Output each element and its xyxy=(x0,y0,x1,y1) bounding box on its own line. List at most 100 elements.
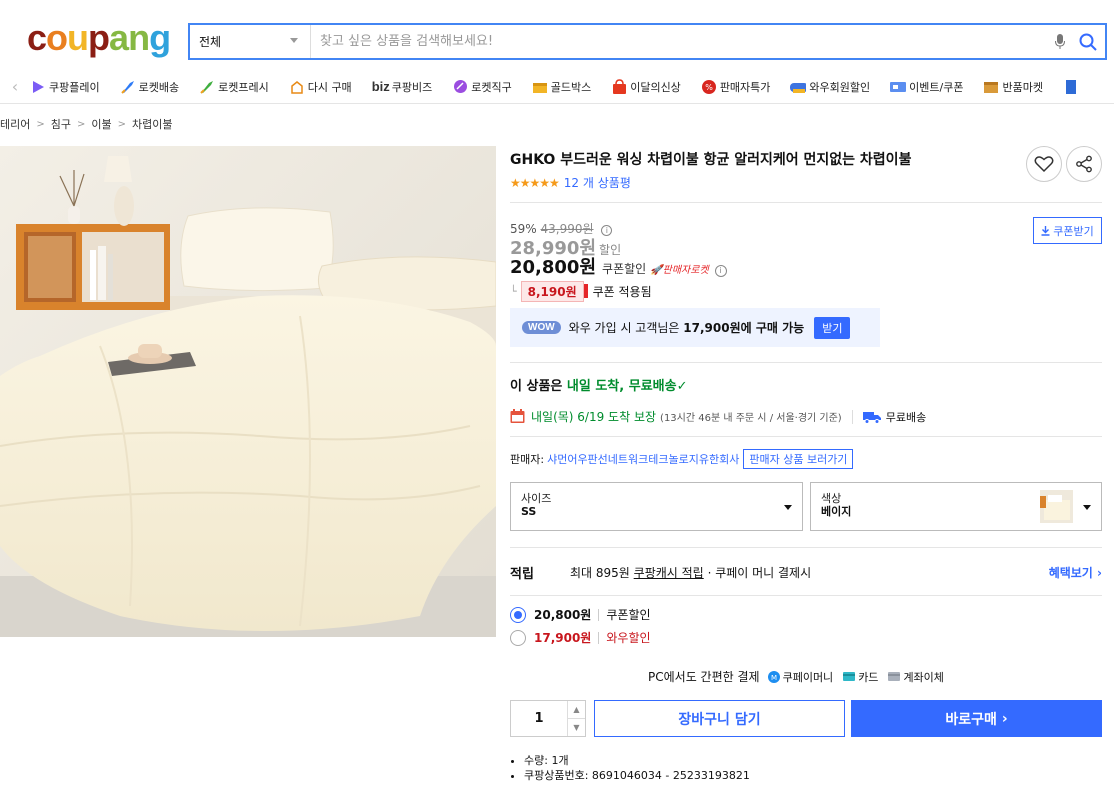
rocket-fresh-icon xyxy=(199,79,215,95)
seller-deal-icon: % xyxy=(701,79,717,95)
wow-membership-banner: WOW 와우 가입 시 고객님은 17,900원에 구매 가능 받기 xyxy=(510,308,880,347)
color-swatch-thumbnail xyxy=(1040,490,1073,523)
wow-icon xyxy=(790,79,807,95)
rocket-icon xyxy=(120,79,136,95)
coupang-logo[interactable]: coupang xyxy=(27,18,171,58)
coupon-applied-text: 쿠폰 적용됨 xyxy=(592,285,652,299)
microphone-icon[interactable] xyxy=(1049,31,1071,53)
nav-item-rocket-fresh[interactable]: 로켓프레시 xyxy=(199,79,269,95)
coupon-download-button[interactable]: 쿠폰받기 xyxy=(1033,217,1102,244)
price-option-value: 17,900원 xyxy=(534,631,592,645)
free-shipping: 무료배송 xyxy=(885,410,927,424)
coupon-price-label: 쿠폰할인 xyxy=(602,262,647,276)
bank-icon xyxy=(888,671,901,682)
payment-method-card: 카드 xyxy=(843,669,878,685)
search-category-select[interactable]: 전체 xyxy=(190,25,311,58)
category-nav: ‹ 쿠팡플레이 로켓배송 로켓프레시 다시 구매 biz 쿠팡비즈 로켓직구 골드… xyxy=(0,70,1114,104)
nav-item-new-arrivals[interactable]: 이달의신상 xyxy=(611,78,681,95)
nav-item-return-market[interactable]: 반품마켓 xyxy=(983,79,1043,95)
coupon-amount-badge: 8,190원 xyxy=(520,281,588,302)
nav-item-biz[interactable]: biz 쿠팡비즈 xyxy=(372,79,433,95)
wow-price: 17,900원에 구매 가능 xyxy=(683,321,805,335)
search-icon xyxy=(1079,33,1097,51)
download-icon xyxy=(1041,225,1050,236)
divider xyxy=(510,436,1102,437)
wow-badge: WOW xyxy=(522,321,561,334)
coupon-price-row: 20,800원 쿠폰할인 🚀판매자로켓 i xyxy=(510,253,727,279)
nav-item-rebuy[interactable]: 다시 구매 xyxy=(289,79,352,95)
quantity-input[interactable]: 1 xyxy=(511,701,567,736)
search-button[interactable] xyxy=(1071,25,1105,58)
coupang-cash-link[interactable]: 쿠팡캐시 적립 xyxy=(634,564,704,581)
breadcrumb-item[interactable]: 침구 xyxy=(51,116,71,132)
chevron-right-icon: > xyxy=(117,118,127,130)
search-input[interactable] xyxy=(311,25,1049,58)
breadcrumb-item[interactable]: 이불 xyxy=(91,116,111,132)
breadcrumb-item[interactable]: 테리어 xyxy=(0,116,30,132)
delivery-row: 내일(목) 6/19 도착 보장 (13시간 46분 내 주문 시 / 서울·경… xyxy=(510,408,926,425)
nav-item-wow-discount[interactable]: 와우회원할인 xyxy=(790,79,870,95)
divider xyxy=(510,595,1102,596)
goldbox-icon xyxy=(532,79,548,95)
new-bag-icon xyxy=(611,78,627,95)
radio-button-selected[interactable] xyxy=(510,606,526,623)
nav-item-rocket-delivery[interactable]: 로켓배송 xyxy=(120,79,179,95)
price-option-coupon[interactable]: 20,800원 쿠폰할인 xyxy=(510,606,651,623)
breadcrumb: 테리어 > 침구 > 이불 > 차렵이불 xyxy=(0,116,173,132)
quantity-stepper[interactable]: 1 ▲ ▼ xyxy=(510,700,586,737)
delivery-date: 내일(목) 6/19 도착 보장 xyxy=(531,410,657,424)
radio-button[interactable] xyxy=(510,629,526,646)
breadcrumb-item[interactable]: 차렵이불 xyxy=(132,116,172,132)
nav-item-events-coupons[interactable]: 이벤트/쿠폰 xyxy=(890,79,963,95)
buy-now-button[interactable]: 바로구매 › xyxy=(851,700,1102,737)
product-image[interactable] xyxy=(0,146,496,637)
nav-item-next-partial[interactable] xyxy=(1063,79,1082,95)
payment-method-coupay: M 쿠페이머니 xyxy=(767,669,833,685)
arrival-highlight: 내일 도착, 무료배송 xyxy=(566,379,677,394)
payment-methods: PC에서도 간편한 결제 M 쿠페이머니 카드 계좌이체 xyxy=(648,668,954,685)
wow-get-button[interactable]: 받기 xyxy=(814,316,851,339)
payment-method-transfer: 계좌이체 xyxy=(888,669,944,685)
size-option-select[interactable]: 사이즈 SS xyxy=(510,482,803,531)
seller-row: 판매자: 샤먼어우판선네트워크테크놀로지유한회사 판매자 상품 보러가기 xyxy=(510,449,854,469)
calendar-icon xyxy=(510,409,525,423)
add-to-cart-button[interactable]: 장바구니 담기 xyxy=(594,700,845,737)
color-option-select[interactable]: 색상 베이지 xyxy=(810,482,1102,531)
info-icon[interactable]: i xyxy=(714,265,727,277)
wow-text: 와우 가입 시 고객님은 xyxy=(568,321,680,335)
payment-label: PC에서도 간편한 결제 xyxy=(648,670,760,684)
list-item: 수량: 1개 xyxy=(524,753,750,768)
chevron-right-icon: › xyxy=(1001,710,1008,727)
price-option-label: 쿠폰할인 xyxy=(606,608,651,622)
wishlist-button[interactable] xyxy=(1026,146,1062,182)
reward-condition: · 쿠페이 머니 결제시 xyxy=(707,566,812,580)
size-option-label: 사이즈 xyxy=(521,492,552,505)
chevron-right-icon: > xyxy=(36,118,45,130)
product-rating[interactable]: ★★★★★ 12 개 상품평 xyxy=(510,174,631,191)
reward-text: 최대 895원 xyxy=(570,566,630,580)
header: coupang 전체 xyxy=(0,0,1114,66)
chevron-right-icon: > xyxy=(77,118,86,130)
corner-icon: └ xyxy=(510,285,517,298)
nav-prev-icon[interactable]: ‹ xyxy=(0,77,30,96)
divider xyxy=(510,547,1102,548)
review-count-link[interactable]: 12 개 상품평 xyxy=(564,174,631,191)
share-button[interactable] xyxy=(1066,146,1102,182)
quantity-up-icon[interactable]: ▲ xyxy=(568,701,585,719)
nav-item-goldbox[interactable]: 골드박스 xyxy=(532,79,591,95)
seller-label: 판매자: xyxy=(510,453,545,466)
coupay-icon: M xyxy=(767,670,780,683)
divider xyxy=(851,409,853,424)
benefits-link[interactable]: 혜택보기 › xyxy=(1049,564,1102,581)
heart-icon xyxy=(1034,156,1054,173)
nav-item-seller-deals[interactable]: % 판매자특가 xyxy=(701,79,770,95)
seller-name-link[interactable]: 샤먼어우판선네트워크테크놀로지유한회사 xyxy=(547,451,739,467)
price-option-wow[interactable]: 17,900원 와우할인 xyxy=(510,629,651,646)
quantity-down-icon[interactable]: ▼ xyxy=(568,719,585,736)
coupon-price: 20,800원 xyxy=(510,257,597,278)
nav-item-coupang-play[interactable]: 쿠팡플레이 xyxy=(30,79,100,95)
size-option-value: SS xyxy=(521,505,537,518)
play-icon xyxy=(30,79,46,95)
seller-products-button[interactable]: 판매자 상품 보러가기 xyxy=(743,449,854,469)
nav-item-rocket-global[interactable]: 로켓직구 xyxy=(452,79,512,95)
